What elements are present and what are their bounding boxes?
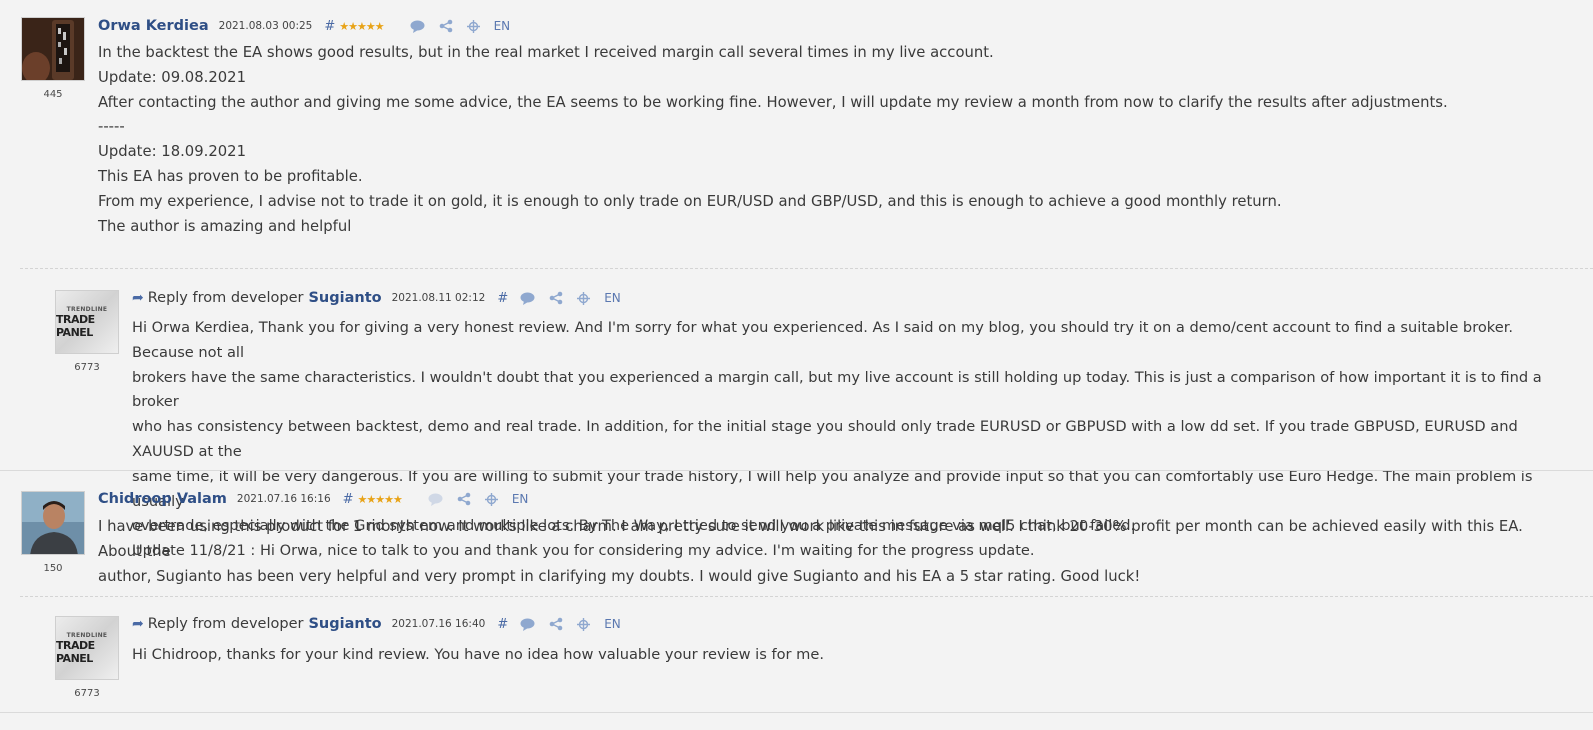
review-divider	[0, 712, 1593, 713]
review-line: After contacting the author and giving m…	[98, 93, 1448, 111]
reply-line: who has consistency between backtest, de…	[132, 418, 1518, 460]
reply-line: Hi Orwa Kerdiea, Thank you for giving a …	[132, 319, 1514, 361]
crosshair-icon[interactable]	[577, 617, 591, 631]
crosshair-icon[interactable]	[466, 19, 480, 33]
reply-date: 2021.07.16 16:40	[391, 618, 486, 630]
language-link[interactable]: EN	[604, 617, 621, 631]
developer-name[interactable]: Sugianto	[308, 290, 381, 306]
review-date: 2021.07.16 16:16	[236, 493, 331, 505]
language-link[interactable]: EN	[604, 291, 621, 305]
crosshair-icon[interactable]	[484, 492, 498, 506]
reply-arrow-icon: ➦	[132, 616, 144, 632]
crosshair-icon[interactable]	[577, 291, 591, 305]
permalink[interactable]: #	[497, 291, 508, 306]
share-icon[interactable]	[549, 617, 563, 631]
author-name[interactable]: Chidroop Valam	[98, 491, 227, 507]
avatar[interactable]	[21, 491, 85, 555]
reply-date: 2021.08.11 02:12	[391, 292, 486, 304]
review-line: In the backtest the EA shows good result…	[98, 44, 994, 61]
review-line: -----	[98, 118, 125, 136]
review-line: From my experience, I advise not to trad…	[98, 192, 1282, 210]
reply-text: Hi Chidroop, thanks for your kind review…	[132, 643, 1572, 668]
reply-divider	[20, 268, 1593, 269]
developer-name[interactable]: Sugianto	[308, 616, 381, 632]
review-line: author, Sugianto has been very helpful a…	[98, 567, 1141, 585]
share-icon[interactable]	[439, 19, 453, 33]
comment-icon[interactable]	[410, 20, 425, 33]
reply-header: ➦ Reply from developer Sugianto 2021.08.…	[132, 288, 635, 308]
action-icons: EN	[520, 291, 635, 305]
reply-label: Reply from developer	[147, 616, 304, 632]
reply-arrow-icon: ➦	[132, 290, 144, 306]
user-rating: 150	[43, 563, 63, 574]
author-name[interactable]: Orwa Kerdiea	[98, 18, 209, 34]
review-divider	[0, 470, 1593, 471]
review-line: I have been using this product for 1 mon…	[98, 518, 1523, 560]
comment-icon[interactable]	[428, 493, 443, 506]
trade-panel-logo: TRENDLINE TRADE PANEL	[56, 617, 118, 679]
share-icon[interactable]	[457, 492, 471, 506]
trade-panel-logo: TRENDLINE TRADE PANEL	[56, 291, 118, 353]
permalink[interactable]: #	[497, 617, 508, 632]
comment-icon[interactable]	[520, 292, 535, 305]
permalink[interactable]: #	[343, 492, 354, 507]
share-icon[interactable]	[549, 291, 563, 305]
action-icons: EN	[410, 19, 525, 33]
review-header: Orwa Kerdiea 2021.08.03 00:25 # ★★★★★ EN	[98, 16, 524, 36]
review-text: In the backtest the EA shows good result…	[98, 41, 1558, 239]
reply-divider	[20, 596, 1593, 597]
action-icons: EN	[428, 492, 543, 506]
review-line: Update: 18.09.2021	[98, 143, 246, 161]
developer-rating: 6773	[74, 362, 100, 373]
star-rating: ★★★★★	[357, 492, 403, 506]
reply-label: Reply from developer	[147, 290, 304, 306]
review-date: 2021.08.03 00:25	[218, 20, 313, 32]
star-rating: ★★★★★	[339, 19, 384, 33]
language-link[interactable]: EN	[494, 19, 511, 33]
review-line: The author is amazing and helpful	[98, 217, 352, 235]
review-text: I have been using this product for 1 mon…	[98, 515, 1558, 589]
permalink[interactable]: #	[324, 19, 335, 34]
reply-header: ➦ Reply from developer Sugianto 2021.07.…	[132, 614, 635, 634]
avatar-photo	[22, 18, 84, 80]
review-line: Update: 09.08.2021	[98, 68, 246, 86]
action-icons: EN	[520, 617, 635, 631]
review-line: This EA has proven to be profitable.	[98, 167, 363, 185]
avatar-photo	[22, 492, 84, 554]
avatar[interactable]	[21, 17, 85, 81]
user-rating: 445	[43, 89, 63, 100]
review-header: Chidroop Valam 2021.07.16 16:16 # ★★★★★ …	[98, 489, 542, 509]
developer-avatar[interactable]: TRENDLINE TRADE PANEL	[55, 290, 119, 354]
reply-line: brokers have the same characteristics. I…	[132, 368, 1542, 411]
reply-line: Hi Chidroop, thanks for your kind review…	[132, 646, 825, 663]
language-link[interactable]: EN	[512, 492, 529, 506]
developer-avatar[interactable]: TRENDLINE TRADE PANEL	[55, 616, 119, 680]
comment-icon[interactable]	[520, 618, 535, 631]
developer-rating: 6773	[74, 688, 100, 699]
